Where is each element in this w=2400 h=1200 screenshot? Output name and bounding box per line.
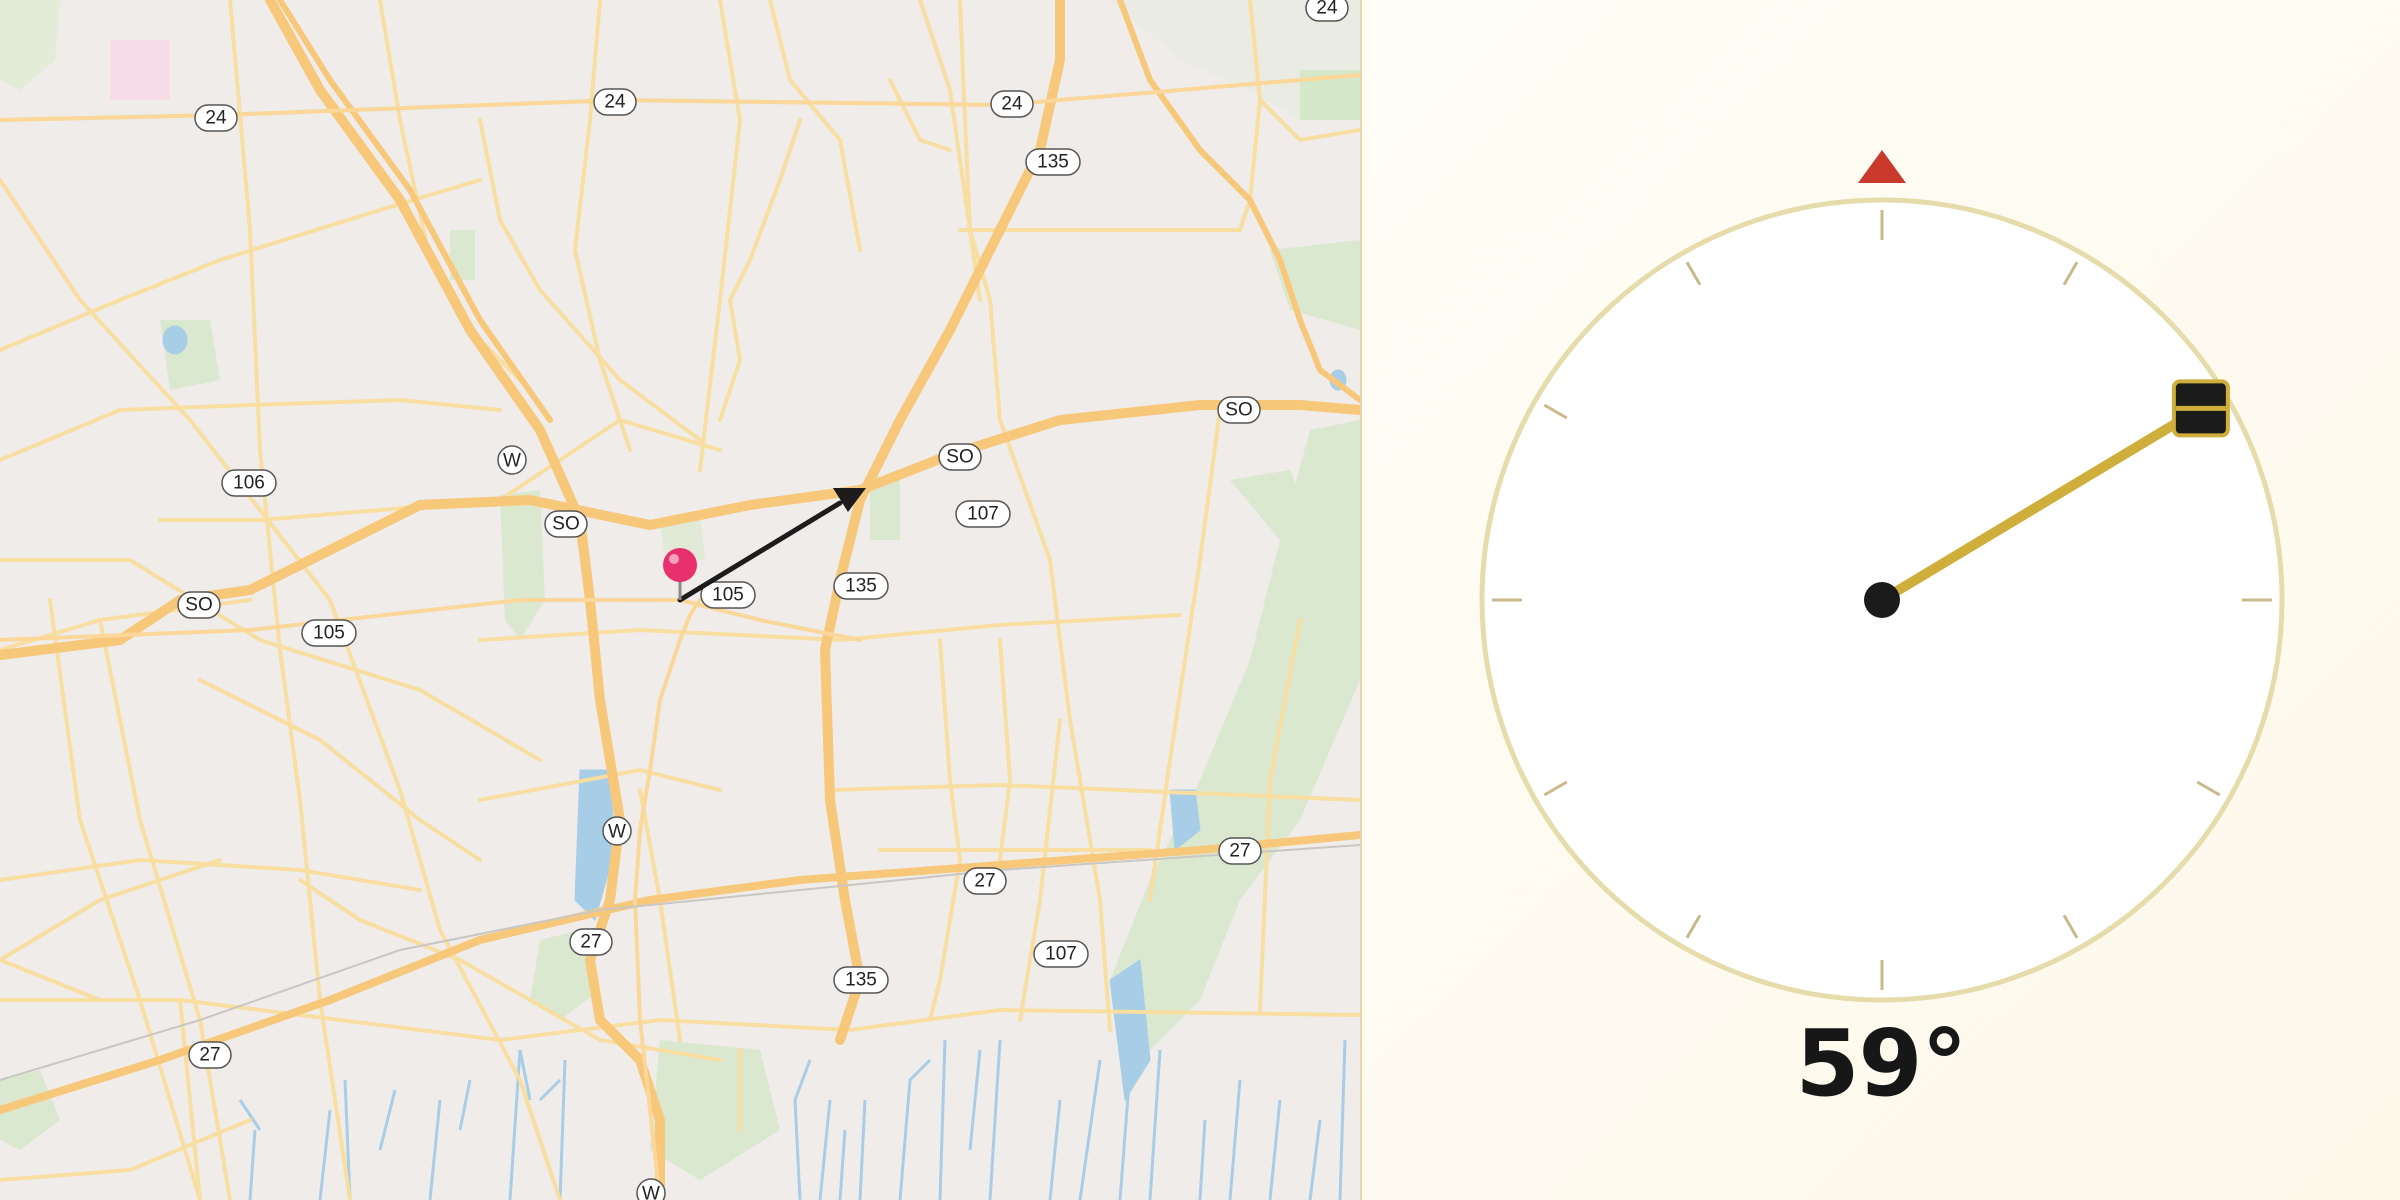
- route-shield: 27: [188, 1041, 232, 1069]
- route-shield: SO: [544, 510, 588, 538]
- route-label: 135: [1037, 152, 1069, 173]
- route-shield: 24: [194, 104, 238, 132]
- route-shield: 24: [990, 90, 1034, 118]
- route-label: 105: [313, 623, 345, 644]
- route-shield: 135: [833, 572, 889, 600]
- route-shield: SO: [1217, 396, 1261, 424]
- route-shield: 24: [1305, 0, 1349, 22]
- route-shield: 135: [1025, 148, 1081, 176]
- route-shield: 27: [963, 867, 1007, 895]
- route-label: 24: [604, 92, 626, 113]
- route-shield: SO: [938, 443, 982, 471]
- route-label: 106: [233, 473, 265, 494]
- route-label: 27: [199, 1045, 220, 1066]
- needle-handle[interactable]: [2171, 379, 2230, 438]
- route-label: 107: [1045, 944, 1077, 965]
- route-label: W: [608, 822, 626, 843]
- route-label: SO: [1225, 400, 1252, 421]
- route-shield: 135: [833, 966, 889, 994]
- route-label: 135: [845, 576, 877, 597]
- route-label: 27: [1229, 841, 1250, 862]
- route-label: 27: [974, 871, 995, 892]
- route-label: SO: [552, 514, 579, 535]
- route-shield: 107: [955, 500, 1011, 528]
- route-shield: 27: [1218, 837, 1262, 865]
- route-label: SO: [946, 447, 973, 468]
- route-label: 107: [967, 504, 999, 525]
- north-marker: [1858, 150, 1906, 183]
- route-shield: 27: [569, 928, 613, 956]
- route-label: SO: [185, 595, 212, 616]
- route-label: 24: [205, 108, 227, 129]
- route-shield: 24: [593, 88, 637, 116]
- heading-readout: 59°: [1795, 1010, 1967, 1117]
- route-label: W: [503, 451, 521, 472]
- route-shield: SO: [177, 591, 221, 619]
- route-label: 27: [580, 932, 601, 953]
- map-view[interactable]: 24 24 24 24 135 135 135 W W W SO SO SO S…: [0, 0, 1362, 1200]
- map-canvas[interactable]: 24 24 24 24 135 135 135 W W W SO SO SO S…: [0, 0, 1360, 1200]
- route-shield: 105: [301, 619, 357, 647]
- route-shield: 106: [221, 469, 277, 497]
- route-label: 135: [845, 970, 877, 991]
- route-shield: W: [636, 1178, 666, 1200]
- route-shield: 105: [700, 581, 756, 609]
- route-shield: W: [602, 816, 632, 846]
- compass-panel: 59°: [1362, 0, 2400, 1200]
- route-shield: W: [497, 445, 527, 475]
- needle-hub: [1864, 582, 1900, 618]
- route-shield: 107: [1033, 940, 1089, 968]
- route-label: 105: [712, 585, 744, 606]
- route-label: W: [642, 1184, 660, 1200]
- route-label: 24: [1316, 0, 1338, 19]
- route-label: 24: [1001, 94, 1023, 115]
